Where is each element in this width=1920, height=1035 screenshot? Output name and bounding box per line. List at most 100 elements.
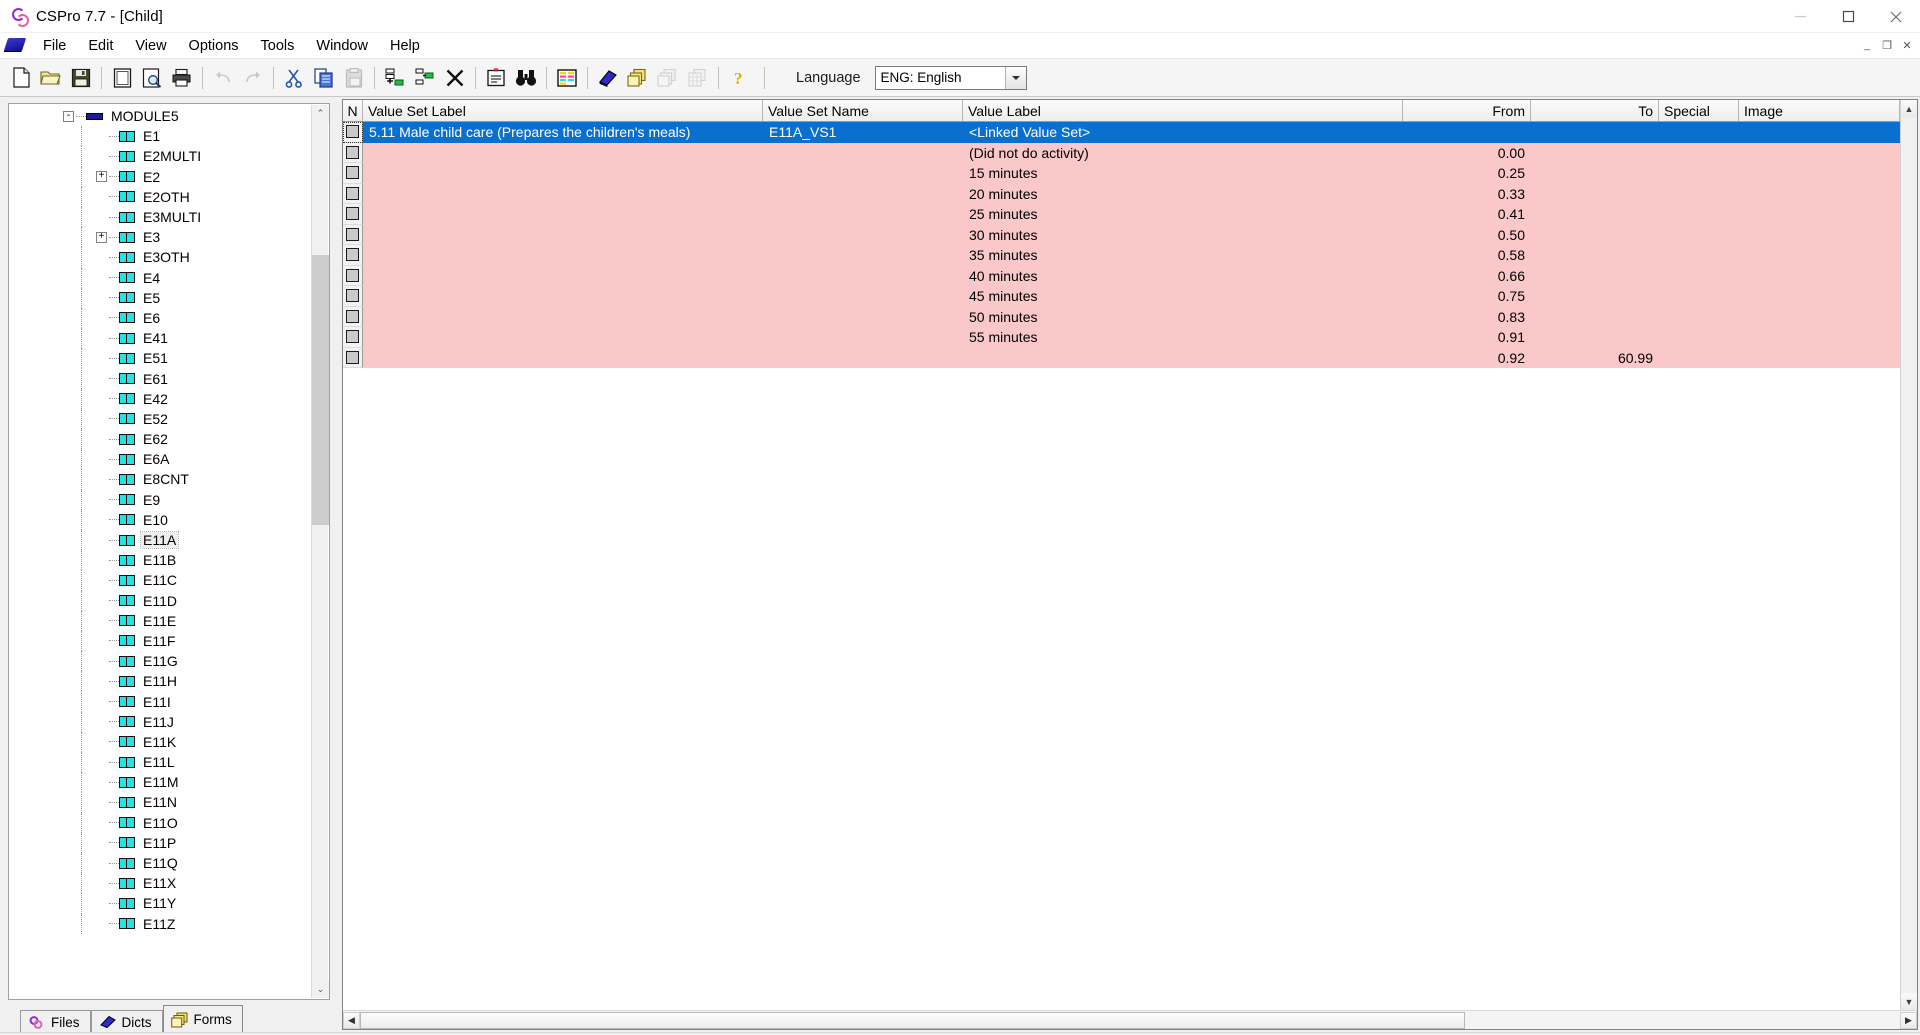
grid-cell-special[interactable] — [1659, 184, 1739, 205]
menu-window[interactable]: Window — [305, 36, 379, 56]
grid-cell-image[interactable] — [1739, 286, 1900, 307]
tree-node-e6[interactable]: E6 — [11, 307, 311, 329]
chevron-down-icon[interactable] — [1004, 66, 1026, 89]
menu-view[interactable]: View — [124, 36, 177, 56]
forms-stack-icon[interactable] — [623, 63, 653, 93]
grid-cell-from[interactable]: 0.83 — [1403, 307, 1531, 328]
grid-column-header[interactable]: Special — [1659, 100, 1739, 121]
table-row[interactable]: 35 minutes 0.58 — [343, 245, 1900, 266]
grid-column-header[interactable]: Value Set Label — [363, 100, 763, 121]
mdi-close-button[interactable]: ✕ — [1898, 36, 1916, 54]
grid-cell-image[interactable] — [1739, 225, 1900, 246]
grid-cell-value-set-name[interactable]: E11A_VS1 — [763, 122, 963, 143]
grid-cell-value-set-name[interactable] — [763, 348, 963, 369]
grid-cell-image[interactable] — [1739, 327, 1900, 348]
tree-node-e3[interactable]: + E3 — [11, 227, 311, 248]
grid-cell-value-label[interactable]: 15 minutes — [963, 163, 1403, 184]
grid-cell-image[interactable] — [1739, 122, 1900, 143]
grid-cell-value-set-name[interactable] — [763, 266, 963, 287]
grid-cell-special[interactable] — [1659, 225, 1739, 246]
tree-node-e42[interactable]: E42 — [11, 388, 311, 409]
language-select[interactable]: ENG: English — [874, 65, 1027, 90]
grid-cell-special[interactable] — [1659, 266, 1739, 287]
grid-cell-value-set-name[interactable] — [763, 286, 963, 307]
grid-hscroll-track[interactable] — [360, 1011, 1900, 1029]
dictionary-book-icon[interactable] — [593, 63, 623, 93]
tree-node-e11o[interactable]: E11O — [11, 812, 311, 833]
expand-toggle-icon[interactable]: + — [96, 171, 107, 183]
grid-cell-special[interactable] — [1659, 327, 1739, 348]
grid-cell-from[interactable]: 0.91 — [1403, 327, 1531, 348]
table-row[interactable]: 25 minutes 0.41 — [343, 204, 1900, 225]
row-selector-cell[interactable] — [343, 183, 363, 204]
page-layout-icon[interactable] — [107, 63, 137, 93]
tree-node-e2[interactable]: + E2 — [11, 166, 311, 187]
tree-node-e2multi[interactable]: E2MULTI — [11, 146, 311, 167]
binoculars-find-icon[interactable] — [511, 63, 541, 93]
table-row[interactable]: 15 minutes 0.25 — [343, 163, 1900, 184]
redo-arrow-icon[interactable] — [238, 63, 268, 93]
grid-cell-value-set-label[interactable] — [363, 143, 763, 164]
row-selector-cell[interactable] — [343, 327, 363, 348]
grid-cell-value-label[interactable] — [963, 348, 1403, 369]
grid-cell-to[interactable] — [1531, 245, 1659, 266]
scroll-down-button[interactable]: ⌄ — [312, 981, 329, 998]
grid-cell-value-label[interactable]: 20 minutes — [963, 184, 1403, 205]
table-row[interactable]: 55 minutes 0.91 — [343, 327, 1900, 348]
grid-cell-value-set-label[interactable] — [363, 286, 763, 307]
grid-cell-to[interactable] — [1531, 286, 1659, 307]
value-sets-grid-icon[interactable] — [552, 63, 582, 93]
maximize-button[interactable] — [1824, 0, 1872, 33]
tree-node-e11y[interactable]: E11Y — [11, 893, 311, 914]
copy-pages-icon[interactable] — [309, 63, 339, 93]
table-row[interactable]: 0.92 60.99 — [343, 347, 1900, 369]
grid-cell-to[interactable]: 60.99 — [1531, 348, 1659, 369]
grid-cell-value-set-label[interactable] — [363, 225, 763, 246]
grid-cell-from[interactable]: 0.33 — [1403, 184, 1531, 205]
tree-node-e11l[interactable]: E11L — [11, 752, 311, 773]
row-selector-cell[interactable] — [343, 204, 363, 225]
tree-node-e62[interactable]: E62 — [11, 429, 311, 450]
menu-file[interactable]: File — [32, 36, 77, 56]
table-row[interactable]: 5.11 Male child care (Prepares the child… — [343, 122, 1900, 143]
grid-cell-to[interactable] — [1531, 225, 1659, 246]
scroll-up-button[interactable]: ⌃ — [312, 105, 329, 122]
row-selector-cell[interactable] — [343, 224, 363, 245]
grid-cell-to[interactable] — [1531, 307, 1659, 328]
grid-cell-value-label[interactable]: 35 minutes — [963, 245, 1403, 266]
grid-cell-special[interactable] — [1659, 286, 1739, 307]
row-selector-cell[interactable] — [343, 245, 363, 266]
tree-node-e1[interactable]: E1 — [11, 126, 311, 147]
tree-node-e51[interactable]: E51 — [11, 348, 311, 369]
tree-node-e6a[interactable]: E6A — [11, 449, 311, 470]
tree-node-e11z[interactable]: E11Z — [11, 913, 311, 934]
grid-cell-special[interactable] — [1659, 143, 1739, 164]
tree-node-e11k[interactable]: E11K — [11, 731, 311, 752]
row-selector-cell[interactable] — [343, 286, 363, 307]
order-stack-icon[interactable] — [653, 63, 683, 93]
row-selector-cell[interactable] — [343, 142, 363, 163]
table-row[interactable]: 20 minutes 0.33 — [343, 183, 1900, 205]
tree-node-e52[interactable]: E52 — [11, 408, 311, 429]
tree-node-e11e[interactable]: E11E — [11, 610, 311, 631]
grid-cell-to[interactable] — [1531, 327, 1659, 348]
grid-cell-value-label[interactable]: 30 minutes — [963, 225, 1403, 246]
grid-cell-special[interactable] — [1659, 204, 1739, 225]
grid-cell-from[interactable]: 0.58 — [1403, 245, 1531, 266]
grid-cell-image[interactable] — [1739, 266, 1900, 287]
row-selector-cell[interactable] — [343, 163, 363, 184]
row-selector-cell[interactable] — [343, 265, 363, 286]
table-row[interactable]: 30 minutes 0.50 — [343, 224, 1900, 246]
grid-cell-value-set-name[interactable] — [763, 204, 963, 225]
grid-cell-to[interactable] — [1531, 204, 1659, 225]
mdi-minimize-button[interactable]: _ — [1858, 36, 1876, 54]
grid-vertical-scrollbar[interactable]: ▲ ▼ — [1900, 100, 1917, 1010]
tables-stack-icon[interactable] — [683, 63, 713, 93]
table-row[interactable]: 40 minutes 0.66 — [343, 265, 1900, 287]
grid-cell-to[interactable] — [1531, 163, 1659, 184]
grid-column-header[interactable]: Value Set Name — [763, 100, 963, 121]
grid-scroll-down-button[interactable]: ▼ — [1901, 993, 1917, 1010]
grid-cell-special[interactable] — [1659, 348, 1739, 369]
grid-cell-image[interactable] — [1739, 348, 1900, 369]
menu-edit[interactable]: Edit — [77, 36, 124, 56]
